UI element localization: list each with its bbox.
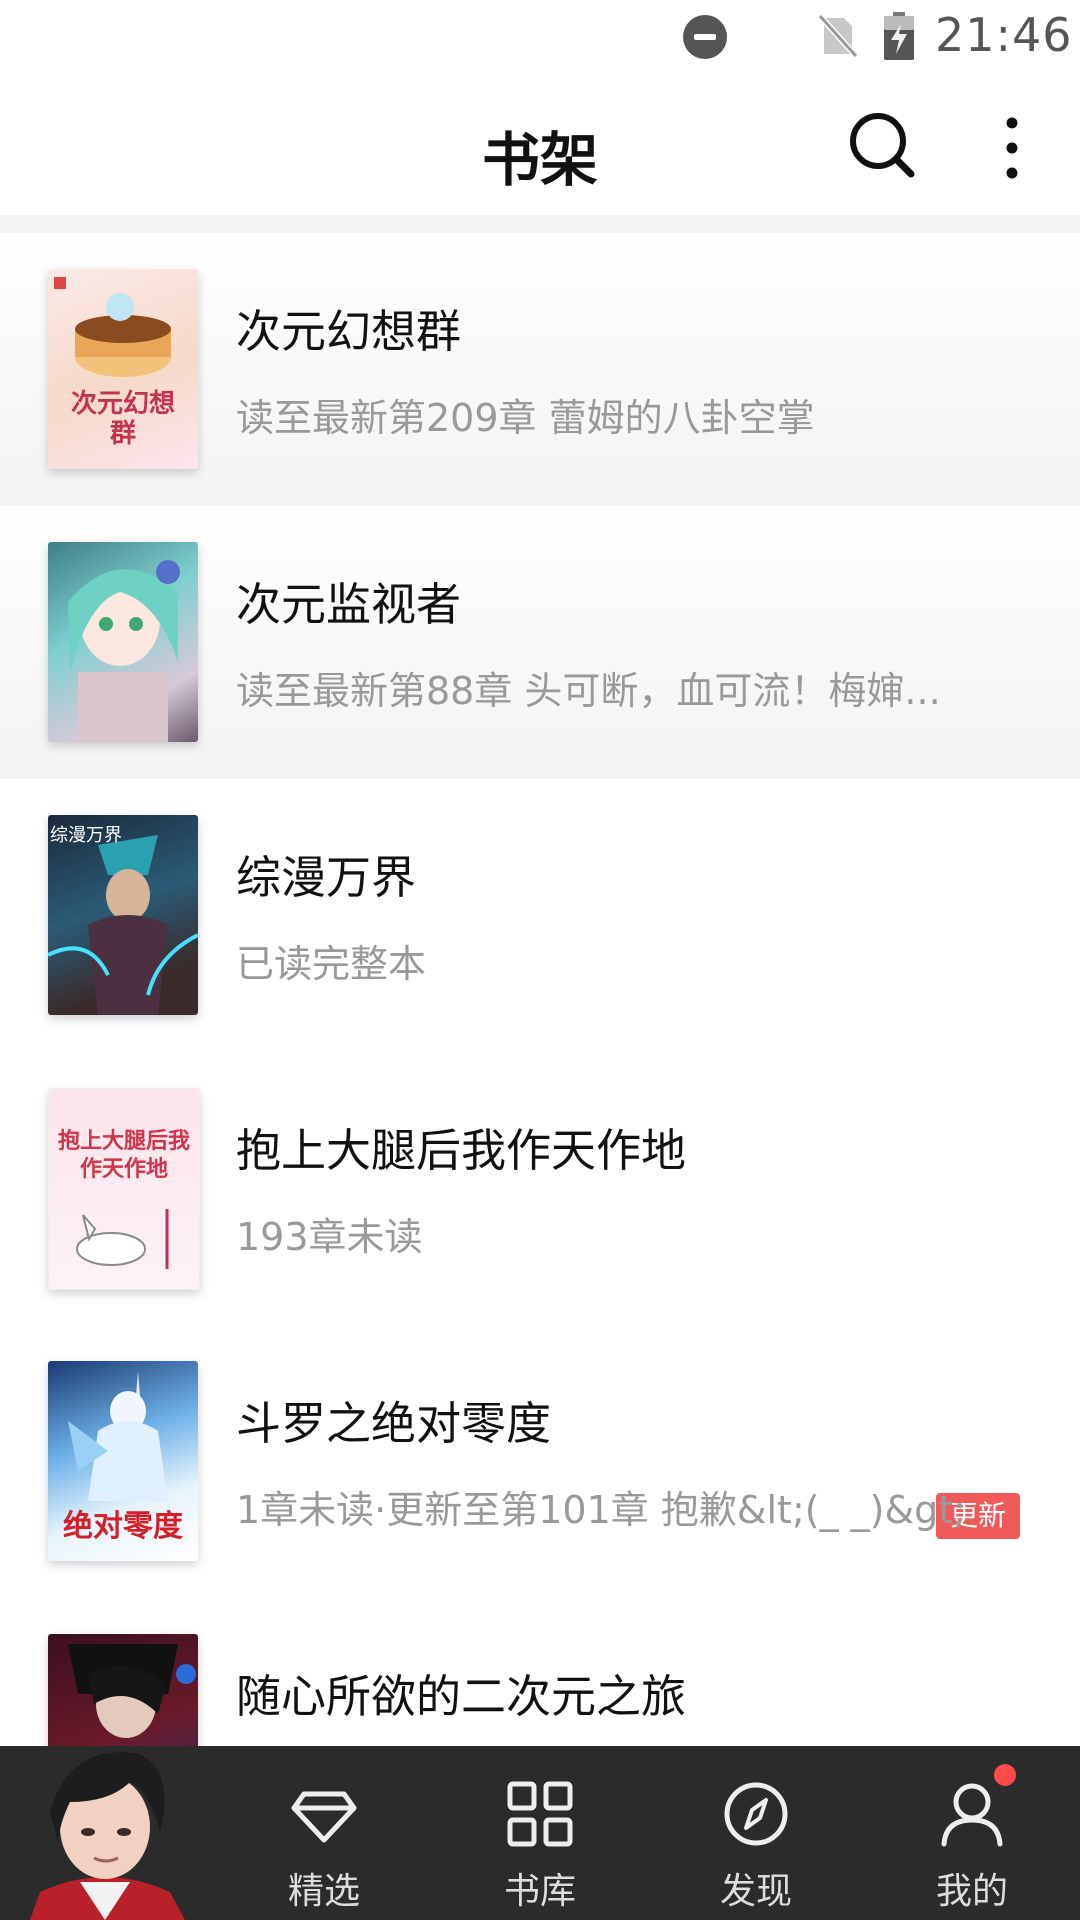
book-item[interactable]: 抱上大腿后我作天作地 抱上大腿后我作天作地 193章未读 bbox=[0, 1052, 1080, 1325]
notification-dot bbox=[994, 1764, 1016, 1786]
book-item[interactable]: 综漫万界 综漫万界 已读完整本 bbox=[0, 779, 1080, 1052]
cover-title: 抱上大腿后我作天作地 bbox=[57, 1128, 190, 1182]
do-not-disturb-icon bbox=[683, 15, 727, 59]
nav-discover[interactable]: 发现 bbox=[676, 1746, 836, 1920]
cover-title: 次元幻想群 bbox=[70, 389, 175, 449]
compass-icon bbox=[724, 1782, 788, 1846]
book-cover[interactable]: 抱上大腿后我作天作地 bbox=[48, 1088, 200, 1290]
bottom-navigation: 精选 书库 发现 我的 bbox=[0, 1746, 1080, 1920]
book-item[interactable]: 绝对零度 斗罗之绝对零度 更新 1章未读·更新至第101章 抱歉&lt;(_ _… bbox=[0, 1325, 1080, 1598]
book-title: 抱上大腿后我作天作地 bbox=[236, 1124, 687, 1177]
mascot-avatar[interactable] bbox=[10, 1732, 200, 1920]
status-bar: 21:46 bbox=[0, 0, 1080, 75]
book-title: 次元监视者 bbox=[236, 578, 462, 631]
user-icon bbox=[941, 1783, 1003, 1847]
clock: 21:46 bbox=[935, 8, 1073, 62]
nav-library[interactable]: 书库 bbox=[460, 1746, 620, 1920]
book-title: 次元幻想群 bbox=[236, 305, 462, 358]
nav-profile[interactable]: 我的 bbox=[892, 1746, 1052, 1920]
book-item[interactable]: 次元监视者 读至最新第88章 头可断，血可流！梅婶... bbox=[0, 506, 1080, 779]
battery-charging-icon bbox=[884, 12, 914, 60]
reading-status: 193章未读 bbox=[236, 1215, 423, 1259]
no-sim-icon bbox=[818, 14, 858, 58]
header-divider bbox=[0, 215, 1080, 235]
nav-label: 发现 bbox=[719, 1871, 792, 1912]
cover-title: 绝对零度 bbox=[63, 1509, 183, 1544]
book-title: 斗罗之绝对零度 bbox=[236, 1397, 552, 1450]
app-header: 书架 bbox=[0, 75, 1080, 215]
reading-status: 读至最新第209章 蕾姆的八卦空掌 bbox=[236, 396, 815, 440]
book-cover[interactable]: 次元幻想群 bbox=[48, 269, 198, 469]
book-list: 次元幻想群 次元幻想群 读至最新第209章 蕾姆的八卦空掌 次元监视者 读至最新… bbox=[0, 233, 1080, 1871]
nav-label: 我的 bbox=[935, 1871, 1008, 1912]
page-title: 书架 bbox=[481, 126, 598, 194]
nav-featured[interactable]: 精选 bbox=[244, 1746, 404, 1920]
book-cover[interactable]: 综漫万界 bbox=[48, 815, 198, 1015]
book-title: 随心所欲的二次元之旅 bbox=[236, 1670, 687, 1723]
bookshelf-screen: 21:46 书架 次元幻想群 次元幻想群 读至最新第209章 蕾姆的八卦空掌 次… bbox=[0, 0, 1080, 1920]
reading-status: 读至最新第88章 头可断，血可流！梅婶... bbox=[236, 669, 941, 713]
search-icon[interactable] bbox=[847, 110, 917, 180]
diamond-icon bbox=[291, 1791, 357, 1843]
cover-title: 综漫万界 bbox=[50, 825, 122, 846]
book-cover[interactable]: 绝对零度 bbox=[48, 1361, 198, 1561]
nav-label: 书库 bbox=[503, 1871, 576, 1912]
book-title: 综漫万界 bbox=[236, 851, 417, 904]
book-cover[interactable] bbox=[48, 542, 198, 742]
nav-label: 精选 bbox=[287, 1871, 360, 1912]
book-item[interactable]: 次元幻想群 次元幻想群 读至最新第209章 蕾姆的八卦空掌 bbox=[0, 233, 1080, 506]
more-vertical-icon[interactable] bbox=[990, 115, 1034, 181]
grid-icon bbox=[507, 1781, 573, 1847]
reading-status: 已读完整本 bbox=[236, 942, 427, 986]
reading-status: 1章未读·更新至第101章 抱歉&lt;(_ _)&gt; bbox=[236, 1488, 966, 1532]
